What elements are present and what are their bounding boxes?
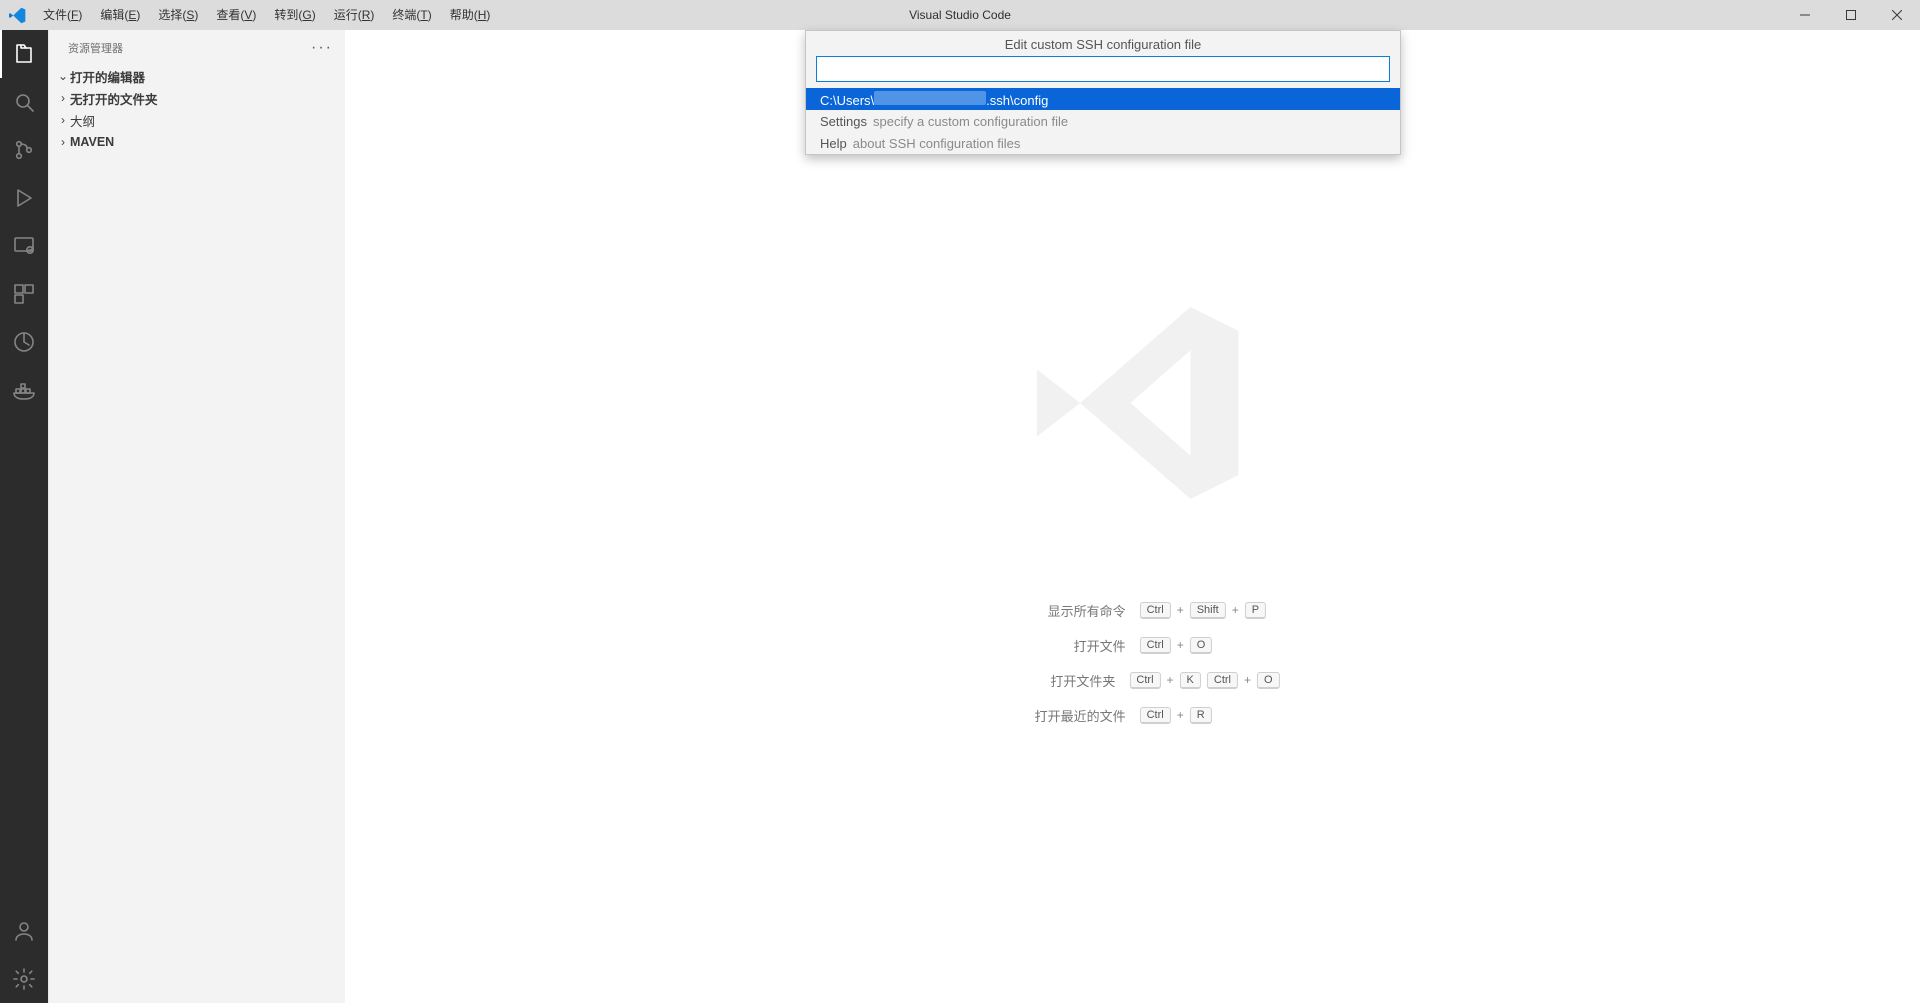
menu-item-3[interactable]: 查看(V) — [207, 0, 265, 30]
activity-extensions-icon[interactable] — [0, 270, 48, 318]
keycap: Ctrl — [1140, 637, 1171, 654]
quickpick-row-label: Help — [820, 136, 847, 151]
shortcut-row-0: 显示所有命令 Ctrl + Shift + P — [985, 593, 1279, 628]
menu-bar: 文件(F)编辑(E)选择(S)查看(V)转到(G)运行(R)终端(T)帮助(H) — [34, 0, 499, 30]
chevron-right-icon: › — [56, 135, 70, 149]
shortcut-label: 显示所有命令 — [996, 601, 1126, 620]
quickpick-list: C:\Users\.ssh\config Settings specify a cu… — [806, 88, 1400, 154]
sidebar-title: 资源管理器 — [68, 40, 123, 56]
vscode-watermark-icon — [1003, 283, 1263, 523]
shortcut-hints: 显示所有命令Ctrl+Shift+P打开文件Ctrl+O打开文件夹Ctrl+KC… — [985, 593, 1279, 733]
activity-run-debug-icon[interactable] — [0, 174, 48, 222]
sidebar-header: 资源管理器 ··· — [48, 30, 345, 65]
editor-area: Edit custom SSH configuration file C:\Us… — [345, 30, 1920, 1003]
keycap: Ctrl — [1207, 672, 1238, 689]
keycap: R — [1190, 707, 1212, 724]
activity-remote-explorer-icon[interactable] — [0, 222, 48, 270]
tree-section-1[interactable]: ›无打开的文件夹 — [48, 87, 345, 109]
shortcut-keys: Ctrl + R — [1140, 707, 1280, 724]
quickpick-panel: Edit custom SSH configuration file C:\Us… — [805, 30, 1401, 155]
quickpick-row-label: C:\Users\.ssh\config — [820, 91, 1048, 108]
explorer-tree: ⌄打开的编辑器›无打开的文件夹›大纲›MAVEN — [48, 65, 345, 153]
quickpick-input[interactable] — [816, 56, 1390, 82]
activity-explorer-icon[interactable] — [0, 30, 48, 78]
app-title: Visual Studio Code — [909, 8, 1011, 22]
quickpick-title: Edit custom SSH configuration file — [806, 31, 1400, 56]
plus-separator: + — [1232, 603, 1239, 617]
plus-separator: + — [1177, 708, 1184, 722]
plus-separator: + — [1244, 673, 1251, 687]
vscode-logo-icon — [0, 7, 34, 24]
window-controls — [1782, 0, 1920, 30]
editor-watermark: 显示所有命令Ctrl+Shift+P打开文件Ctrl+O打开文件夹Ctrl+KC… — [985, 283, 1279, 733]
tree-section-3[interactable]: ›MAVEN — [48, 131, 345, 153]
activity-docker-icon[interactable] — [0, 366, 48, 414]
tree-section-label: MAVEN — [70, 135, 114, 149]
plus-separator: + — [1177, 638, 1184, 652]
activity-search-icon[interactable] — [0, 78, 48, 126]
keycap: Ctrl — [1140, 602, 1171, 619]
keycap: O — [1190, 637, 1213, 654]
more-actions-icon[interactable]: ··· — [311, 39, 333, 57]
chevron-right-icon: › — [56, 113, 70, 127]
menu-item-0[interactable]: 文件(F) — [34, 0, 91, 30]
keycap: P — [1245, 602, 1266, 619]
menu-item-1[interactable]: 编辑(E) — [91, 0, 149, 30]
shortcut-row-1: 打开文件 Ctrl + O — [985, 628, 1279, 663]
keycap: Ctrl — [1129, 672, 1160, 689]
tree-section-label: 打开的编辑器 — [70, 67, 145, 86]
activity-accounts-icon[interactable] — [0, 907, 48, 955]
close-button[interactable] — [1874, 0, 1920, 30]
titlebar: 文件(F)编辑(E)选择(S)查看(V)转到(G)运行(R)终端(T)帮助(H)… — [0, 0, 1920, 30]
shortcut-keys: Ctrl + O — [1140, 637, 1280, 654]
shortcut-row-3: 打开最近的文件 Ctrl + R — [985, 698, 1279, 733]
shortcut-label: 打开文件 — [996, 636, 1126, 655]
tree-section-0[interactable]: ⌄打开的编辑器 — [48, 65, 345, 87]
chevron-down-icon: ⌄ — [56, 69, 70, 83]
redacted-username — [874, 91, 986, 105]
shortcut-row-2: 打开文件夹 Ctrl + K Ctrl + O — [985, 663, 1279, 698]
minimize-button[interactable] — [1782, 0, 1828, 30]
shortcut-keys: Ctrl + K Ctrl + O — [1129, 672, 1279, 689]
menu-item-7[interactable]: 帮助(H) — [441, 0, 500, 30]
activity-custom-1-icon[interactable] — [0, 318, 48, 366]
tree-section-label: 无打开的文件夹 — [70, 89, 158, 108]
keycap: K — [1180, 672, 1201, 689]
activity-bar — [0, 30, 48, 1003]
maximize-button[interactable] — [1828, 0, 1874, 30]
keycap: Ctrl — [1140, 707, 1171, 724]
menu-item-2[interactable]: 选择(S) — [149, 0, 207, 30]
shortcut-keys: Ctrl + Shift + P — [1140, 602, 1280, 619]
shortcut-label: 打开最近的文件 — [996, 706, 1126, 725]
activity-source-control-icon[interactable] — [0, 126, 48, 174]
quickpick-row-0[interactable]: C:\Users\.ssh\config — [806, 88, 1400, 110]
menu-item-6[interactable]: 终端(T) — [383, 0, 440, 30]
activity-settings-icon[interactable] — [0, 955, 48, 1003]
quickpick-row-description: about SSH configuration files — [853, 136, 1021, 151]
tree-section-label: 大纲 — [70, 111, 95, 130]
tree-section-2[interactable]: ›大纲 — [48, 109, 345, 131]
plus-separator: + — [1167, 673, 1174, 687]
menu-item-4[interactable]: 转到(G) — [265, 0, 324, 30]
menu-item-5[interactable]: 运行(R) — [325, 0, 384, 30]
quickpick-row-2[interactable]: Help about SSH configuration files — [806, 132, 1400, 154]
keycap: O — [1257, 672, 1280, 689]
quickpick-row-label: Settings — [820, 114, 867, 129]
chevron-right-icon: › — [56, 91, 70, 105]
plus-separator: + — [1177, 603, 1184, 617]
quickpick-row-description: specify a custom configuration file — [873, 114, 1068, 129]
sidebar-explorer: 资源管理器 ··· ⌄打开的编辑器›无打开的文件夹›大纲›MAVEN — [48, 30, 345, 1003]
quickpick-row-1[interactable]: Settings specify a custom configuration f… — [806, 110, 1400, 132]
shortcut-label: 打开文件夹 — [985, 671, 1115, 690]
keycap: Shift — [1190, 602, 1226, 619]
